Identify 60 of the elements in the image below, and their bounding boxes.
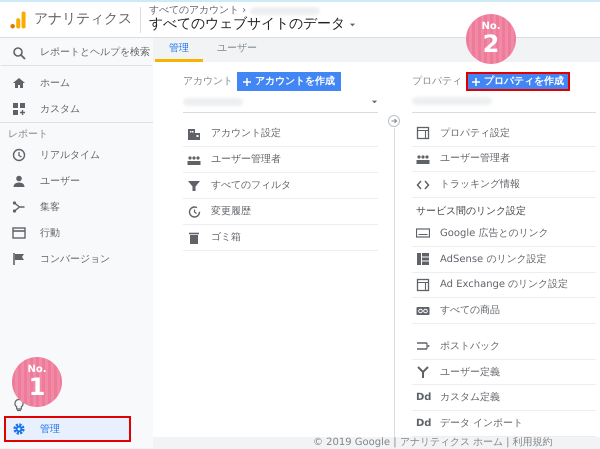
caret-icon xyxy=(349,20,356,28)
sidebar-item[interactable]: ホーム xyxy=(0,70,131,96)
lightbulb-icon xyxy=(12,398,26,412)
settings-link[interactable]: ゴミ箱 xyxy=(183,225,378,251)
person-icon xyxy=(12,174,26,188)
settings-icon xyxy=(12,422,26,436)
columns-icon xyxy=(416,252,430,266)
tab[interactable]: ユーザー xyxy=(203,38,271,62)
house-icon xyxy=(12,76,26,90)
sidebar-item[interactable]: 集客 xyxy=(0,194,131,220)
settings-link[interactable]: 変更履歴 xyxy=(183,199,378,225)
collapse-icon xyxy=(387,114,401,128)
settings-link[interactable]: AdSense のリンク設定 xyxy=(412,246,596,273)
sidebar-item[interactable]: カスタム xyxy=(0,96,131,122)
settings-link[interactable]: すべてのフィルタ xyxy=(183,173,378,199)
abbreviation-icon: Dd xyxy=(416,416,430,432)
banner-icon xyxy=(416,226,430,240)
history-icon xyxy=(187,204,201,218)
settings-link[interactable]: ポストバック xyxy=(412,334,596,360)
filter-icon xyxy=(187,178,201,192)
sidebar-item[interactable]: 管理 xyxy=(4,416,131,442)
settings-link[interactable]: ユーザー管理者 xyxy=(183,147,378,173)
create-button[interactable]: プロパティを作成 xyxy=(466,72,570,91)
settings-link[interactable]: Google 広告とのリンク xyxy=(412,221,596,247)
flag-icon xyxy=(12,252,26,266)
settings-link[interactable]: ユーザー管理者 xyxy=(412,146,596,172)
branch-icon xyxy=(416,365,430,380)
settings-link[interactable]: プロパティ設定 xyxy=(412,120,596,147)
sidebar-item[interactable]: 行動 xyxy=(0,220,131,246)
breadcrumb-link[interactable]: すべてのアカウント › xyxy=(149,6,246,16)
caret-icon xyxy=(371,98,378,105)
settings-link[interactable]: ユーザー定義 xyxy=(412,360,596,386)
settings-link[interactable]: Ad Exchange のリンク設定 xyxy=(412,272,596,298)
plus-icon xyxy=(472,78,480,86)
settings-link[interactable]: Dd カスタム定義 xyxy=(412,385,596,412)
create-button[interactable]: アカウントを作成 xyxy=(237,72,341,91)
sidebar-item[interactable]: リアルタイム xyxy=(0,142,131,168)
search-icon xyxy=(12,46,26,60)
settings-link[interactable]: すべての商品 xyxy=(412,298,596,324)
code-icon xyxy=(416,178,430,192)
settings-link[interactable]: トラッキング情報 xyxy=(412,172,596,198)
app-name: アナリティクス xyxy=(34,10,132,29)
view-selector[interactable]: すべてのウェブサイトのデータ xyxy=(149,16,356,33)
section-label: サービス間のリンク設定 xyxy=(415,204,527,220)
settings-link[interactable]: Dd データ インポート xyxy=(412,411,596,437)
trash-icon xyxy=(187,230,201,244)
footer-links: © 2019 Google | アナリティクス ホーム | 利用規約 xyxy=(313,437,553,448)
settings-link[interactable]: アカウント設定 xyxy=(183,121,378,147)
building-icon xyxy=(187,126,201,140)
window-icon xyxy=(12,226,26,240)
analytics-logo-icon xyxy=(10,10,26,28)
sidebar-item[interactable]: コンバージョン xyxy=(0,246,131,272)
column-label: プロパティ xyxy=(412,74,462,89)
column-label: アカウント xyxy=(183,75,233,89)
plus-icon xyxy=(243,78,251,86)
grid-icon xyxy=(12,102,26,116)
abbreviation-icon: Dd xyxy=(416,390,430,406)
clock-icon xyxy=(12,148,26,162)
fork-icon xyxy=(12,200,26,214)
sidebar-item[interactable]: ユーザー xyxy=(0,168,131,194)
